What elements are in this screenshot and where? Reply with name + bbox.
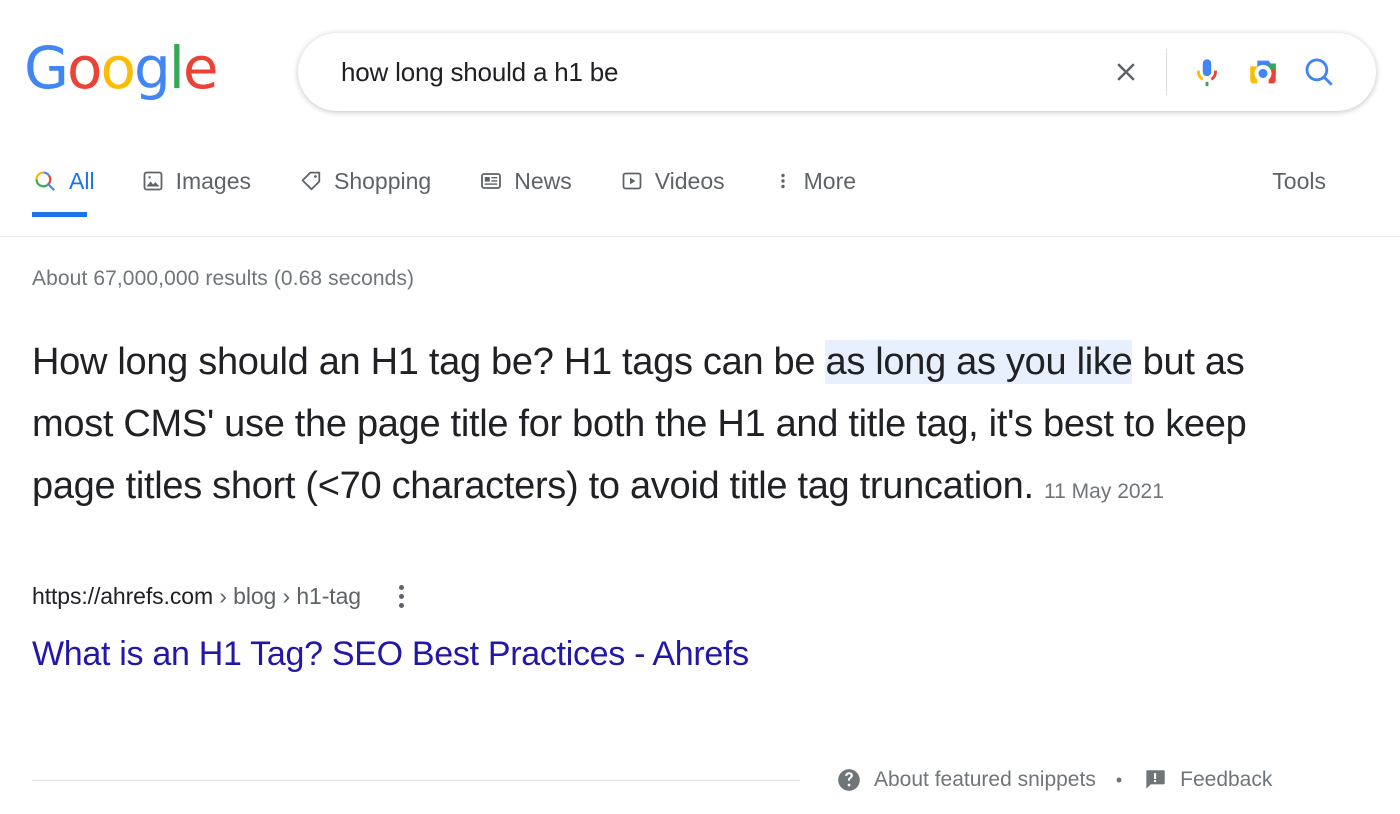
tab-shopping[interactable]: Shopping bbox=[299, 145, 459, 217]
search-bar[interactable] bbox=[298, 33, 1376, 111]
snippet-text-before: How long should an H1 tag be? H1 tags ca… bbox=[32, 341, 826, 383]
image-icon bbox=[143, 171, 162, 191]
footer-separator: • bbox=[1115, 769, 1123, 790]
tab-images[interactable]: Images bbox=[141, 145, 279, 217]
tab-shopping-label: Shopping bbox=[334, 167, 432, 194]
tab-news[interactable]: News bbox=[479, 145, 600, 217]
results-container: About 67,000,000 results (0.68 seconds) … bbox=[0, 267, 1400, 675]
voice-search-button[interactable] bbox=[1179, 44, 1235, 100]
logo-letter-g1: G bbox=[24, 34, 69, 102]
logo-letter-l: l bbox=[168, 34, 185, 102]
logo-letter-g2: g bbox=[133, 34, 171, 102]
breadcrumb[interactable]: https://ahrefs.com › blog › h1-tag bbox=[32, 583, 361, 610]
search-nav-inner: All Images Shopping News Videos More Too… bbox=[32, 145, 1368, 236]
feedback-label: Feedback bbox=[1180, 768, 1273, 791]
feedback-link[interactable]: Feedback bbox=[1142, 767, 1272, 793]
google-search-colored-icon bbox=[35, 171, 55, 191]
about-featured-snippets-link[interactable]: About featured snippets bbox=[836, 767, 1096, 793]
tab-videos-label: Videos bbox=[654, 167, 725, 194]
price-tag-icon bbox=[301, 171, 321, 191]
search-input[interactable] bbox=[299, 56, 1098, 88]
footer-links: About featured snippets • Feedback bbox=[836, 767, 1272, 793]
breadcrumb-path: › blog › h1-tag bbox=[213, 582, 361, 609]
microphone-icon bbox=[1197, 59, 1217, 87]
search-nav-tabs: All Images Shopping News Videos More bbox=[32, 145, 904, 217]
result-options-button[interactable] bbox=[387, 581, 417, 611]
close-icon bbox=[1117, 63, 1135, 81]
google-logo[interactable]: Google bbox=[24, 34, 219, 102]
tab-all-label: All bbox=[69, 167, 95, 194]
tools-label: Tools bbox=[1272, 167, 1326, 194]
breadcrumb-domain: https://ahrefs.com bbox=[32, 582, 213, 609]
tools-button[interactable]: Tools bbox=[1272, 145, 1368, 217]
about-featured-snippets-label: About featured snippets bbox=[874, 768, 1096, 791]
result-url-row: https://ahrefs.com › blog › h1-tag bbox=[32, 581, 1400, 611]
logo-letter-e: e bbox=[182, 34, 219, 102]
snippet-date: 11 May 2021 bbox=[1044, 480, 1164, 503]
search-icon bbox=[1305, 58, 1333, 86]
tab-more[interactable]: More bbox=[773, 145, 884, 217]
kebab-dot-2 bbox=[399, 593, 405, 599]
page-header: Google bbox=[0, 0, 1400, 145]
feedback-flag-icon bbox=[1146, 770, 1165, 789]
logo-letter-o2: o bbox=[100, 34, 135, 102]
tab-more-label: More bbox=[803, 167, 857, 194]
snippet-highlight: as long as you like bbox=[825, 340, 1133, 384]
tab-videos[interactable]: Videos bbox=[620, 145, 753, 217]
kebab-dot-1 bbox=[399, 584, 405, 590]
search-bar-actions bbox=[1098, 44, 1375, 100]
result-stats: About 67,000,000 results (0.68 seconds) bbox=[32, 267, 415, 290]
google-lens-button[interactable] bbox=[1235, 44, 1291, 100]
tab-news-label: News bbox=[514, 167, 572, 194]
kebab-menu-icon bbox=[780, 173, 785, 189]
clear-search-button[interactable] bbox=[1098, 44, 1154, 100]
google-lens-camera-icon bbox=[1250, 60, 1276, 84]
featured-snippet-text: How long should an H1 tag be? H1 tags ca… bbox=[32, 331, 1322, 523]
newspaper-icon bbox=[481, 173, 502, 189]
search-nav-bar: All Images Shopping News Videos More Too… bbox=[0, 145, 1400, 237]
featured-snippet-footer: About featured snippets • Feedback bbox=[32, 758, 1380, 802]
tab-all[interactable]: All bbox=[32, 145, 113, 217]
tab-images-label: Images bbox=[175, 167, 251, 194]
search-submit-button[interactable] bbox=[1291, 44, 1347, 100]
logo-letter-o1: o bbox=[66, 34, 102, 102]
help-circle-icon bbox=[838, 769, 860, 791]
search-actions-divider bbox=[1166, 49, 1167, 95]
result-title-link[interactable]: What is an H1 Tag? SEO Best Practices - … bbox=[32, 633, 749, 675]
play-box-icon bbox=[622, 172, 642, 190]
footer-divider bbox=[32, 779, 800, 781]
kebab-dot-3 bbox=[399, 602, 405, 608]
